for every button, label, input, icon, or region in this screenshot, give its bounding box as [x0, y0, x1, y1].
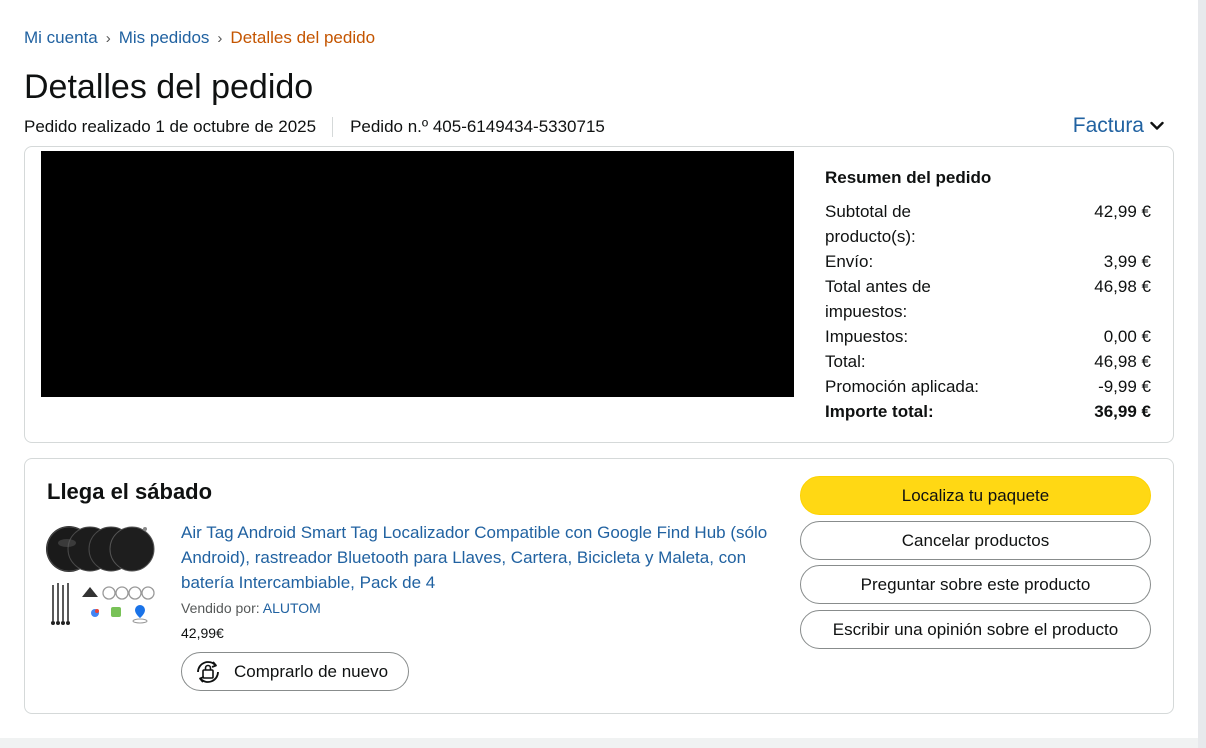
summary-row-total: Total: 46,98 €	[825, 349, 1151, 374]
summary-value: 3,99 €	[1103, 252, 1151, 271]
summary-value: 46,98 €	[1094, 277, 1151, 296]
summary-value: -9,99 €	[1098, 377, 1151, 396]
breadcrumb: Mi cuenta › Mis pedidos › Detalles del p…	[24, 28, 375, 48]
summary-row-grand-total: Importe total: 36,99 €	[825, 399, 1151, 424]
order-number: Pedido n.º 405-6149434-5330715	[350, 117, 605, 136]
ask-product-question-button[interactable]: Preguntar sobre este producto	[800, 565, 1151, 604]
summary-value: 36,99 €	[1094, 402, 1151, 421]
buy-again-label: Comprarlo de nuevo	[234, 661, 389, 681]
arrival-heading: Llega el sábado	[47, 479, 213, 504]
write-review-button[interactable]: Escribir una opinión sobre el producto	[800, 610, 1151, 649]
summary-label: Envío:	[825, 252, 874, 271]
order-summary: Resumen del pedido Subtotal de producto(…	[825, 165, 1151, 424]
meta-divider	[332, 117, 334, 137]
product-price: 42,99€	[181, 625, 224, 641]
cancel-items-button[interactable]: Cancelar productos	[800, 521, 1151, 560]
invoice-dropdown[interactable]: Factura	[1073, 114, 1164, 138]
chevron-down-icon	[1150, 121, 1164, 130]
track-package-button[interactable]: Localiza tu paquete	[800, 476, 1151, 515]
invoice-label: Factura	[1072, 114, 1144, 137]
summary-label: Promoción aplicada:	[825, 377, 980, 396]
summary-title: Resumen del pedido	[825, 168, 992, 187]
summary-label: Importe total:	[825, 402, 934, 421]
summary-row-promotion: Promoción aplicada: -9,99 €	[825, 374, 1151, 399]
summary-value: 42,99 €	[1094, 202, 1151, 221]
breadcrumb-my-account[interactable]: Mi cuenta	[24, 28, 98, 48]
order-details-page: Mi cuenta › Mis pedidos › Detalles del p…	[0, 0, 1198, 738]
shipment-card: Llega el sábado Air Tag Android Smart Ta…	[24, 458, 1174, 714]
breadcrumb-current: Detalles del pedido	[230, 28, 376, 47]
breadcrumb-my-orders[interactable]: Mis pedidos	[119, 28, 210, 48]
rebuy-icon	[197, 660, 219, 683]
breadcrumb-separator: ›	[217, 29, 223, 47]
seller-link[interactable]: ALUTOM	[263, 600, 321, 616]
summary-row-shipping: Envío: 3,99 €	[825, 249, 1151, 274]
summary-label: Total:	[825, 352, 866, 371]
buy-again-button[interactable]: Comprarlo de nuevo	[181, 652, 409, 691]
summary-label: Total antes de impuestos:	[825, 277, 931, 321]
redacted-shipping-info	[41, 151, 794, 397]
product-image[interactable]	[45, 521, 163, 633]
order-summary-card: Resumen del pedido Subtotal de producto(…	[24, 146, 1174, 443]
summary-value: 0,00 €	[1103, 327, 1151, 346]
summary-value: 46,98 €	[1094, 352, 1151, 371]
breadcrumb-separator: ›	[105, 29, 111, 47]
sold-by-label: Vendido por:	[181, 600, 260, 616]
summary-row-tax: Impuestos: 0,00 €	[825, 324, 1151, 349]
summary-row-pretax: Total antes de impuestos: 46,98 €	[825, 274, 1151, 324]
order-date: Pedido realizado 1 de octubre de 2025	[24, 117, 317, 136]
order-meta: Pedido realizado 1 de octubre de 2025 Pe…	[24, 117, 605, 137]
page-title: Detalles del pedido	[24, 68, 314, 106]
sold-by: Vendido por: ALUTOM	[181, 600, 321, 616]
product-title-link[interactable]: Air Tag Android Smart Tag Localizador Co…	[181, 520, 771, 595]
summary-label: Impuestos:	[825, 327, 909, 346]
summary-row-subtotal: Subtotal de producto(s): 42,99 €	[825, 199, 1151, 249]
page-edge	[1198, 0, 1206, 748]
summary-label: Subtotal de producto(s):	[825, 202, 916, 246]
